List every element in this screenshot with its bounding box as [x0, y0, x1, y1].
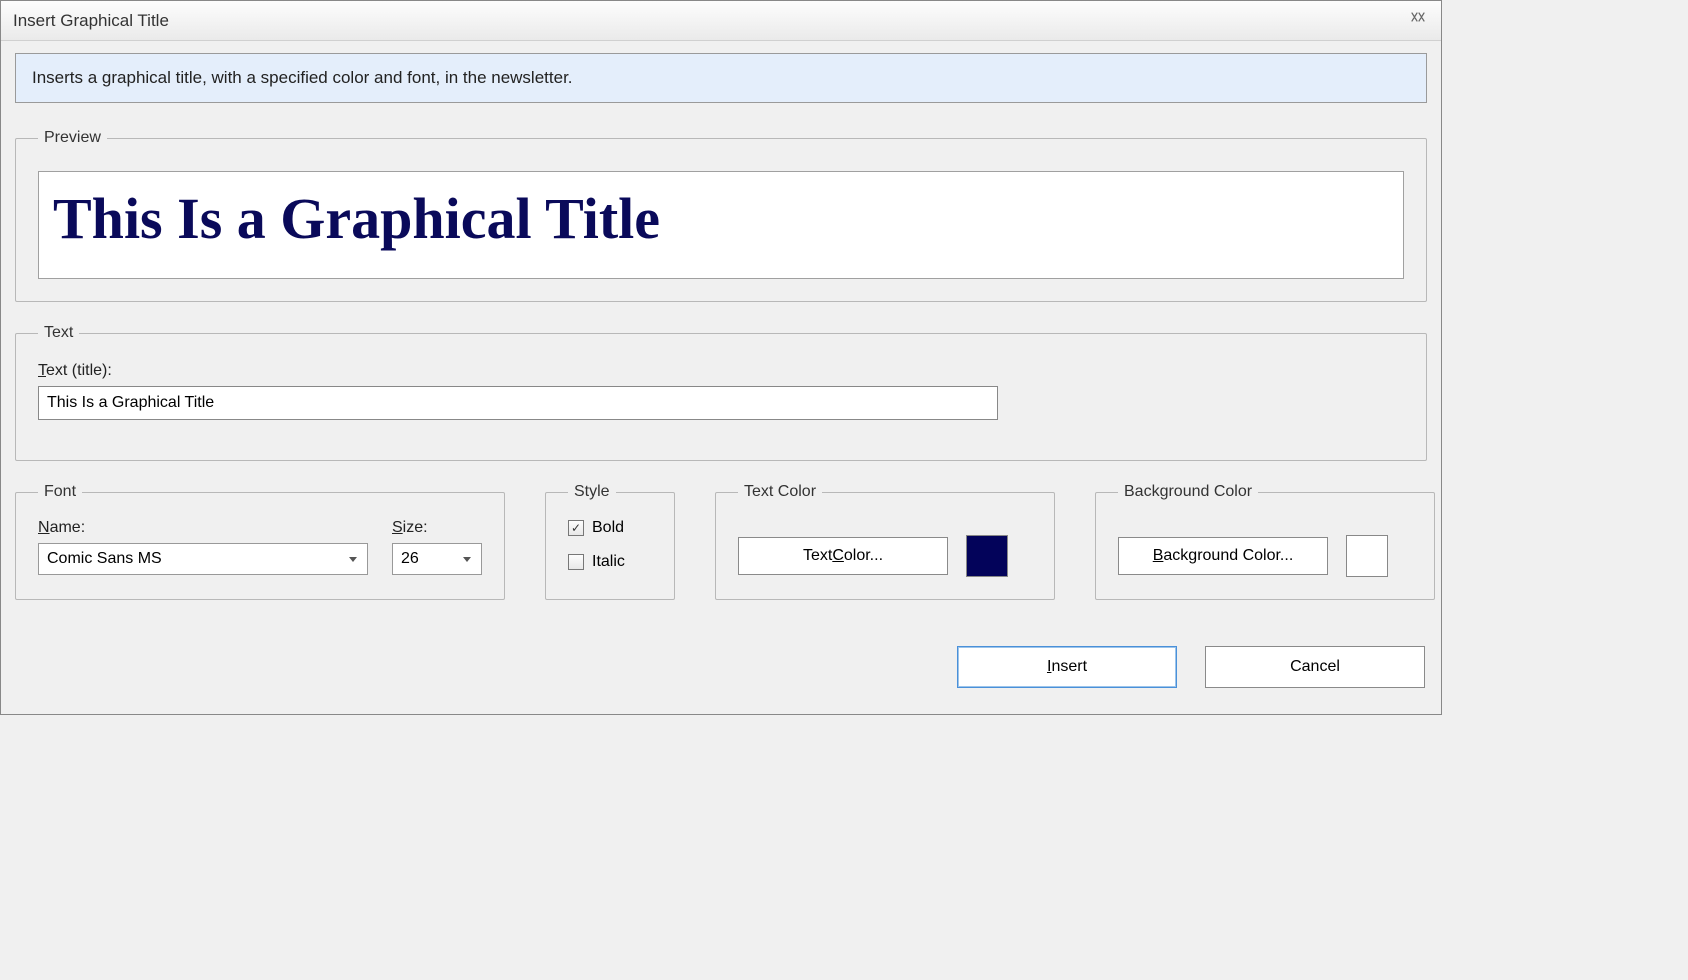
preview-group: Preview This Is a Graphical Title: [15, 129, 1427, 302]
text-color-group: Text Color Text Color...: [715, 483, 1055, 600]
background-color-swatch: [1346, 535, 1388, 577]
preview-legend: Preview: [38, 129, 107, 147]
font-name-label: Name:: [38, 519, 368, 537]
info-banner: Inserts a graphical title, with a specif…: [15, 53, 1427, 103]
style-legend: Style: [568, 483, 616, 501]
font-group: Font Name: Comic Sans MS Size:: [15, 483, 505, 600]
text-color-swatch: [966, 535, 1008, 577]
preview-box: This Is a Graphical Title: [38, 171, 1404, 279]
bold-checkbox[interactable]: ✓: [568, 520, 584, 536]
background-color-button[interactable]: Background Color...: [1118, 537, 1328, 575]
insert-button[interactable]: Insert: [957, 646, 1177, 688]
font-size-value: 26: [401, 550, 419, 568]
text-title-label: Text (title):: [38, 362, 1404, 380]
text-title-input[interactable]: [38, 386, 998, 420]
window-title: Insert Graphical Title: [13, 11, 169, 31]
options-row: Font Name: Comic Sans MS Size:: [15, 483, 1427, 622]
font-name-combo[interactable]: Comic Sans MS: [38, 543, 368, 575]
preview-text: This Is a Graphical Title: [53, 190, 1389, 248]
text-color-button[interactable]: Text Color...: [738, 537, 948, 575]
close-icon: [1408, 11, 1428, 23]
font-name-value: Comic Sans MS: [47, 550, 162, 568]
italic-checkbox[interactable]: [568, 554, 584, 570]
font-legend: Font: [38, 483, 82, 501]
info-text: Inserts a graphical title, with a specif…: [32, 68, 573, 87]
dialog-content: Inserts a graphical title, with a specif…: [1, 41, 1441, 714]
background-color-group: Background Color Background Color...: [1095, 483, 1435, 600]
font-size-label: Size:: [392, 519, 482, 537]
dialog-footer: Insert Cancel: [15, 622, 1427, 700]
dialog-window: Insert Graphical Title Inserts a graphic…: [0, 0, 1442, 715]
background-color-legend: Background Color: [1118, 483, 1258, 501]
text-legend: Text: [38, 324, 79, 342]
titlebar: Insert Graphical Title: [1, 1, 1441, 41]
font-size-combo[interactable]: 26: [392, 543, 482, 575]
italic-checkbox-row[interactable]: Italic: [568, 553, 652, 571]
close-button[interactable]: [1401, 7, 1435, 27]
italic-label: Italic: [592, 553, 625, 571]
text-color-legend: Text Color: [738, 483, 822, 501]
style-group: Style ✓ Bold Italic: [545, 483, 675, 600]
text-group: Text Text (title):: [15, 324, 1427, 461]
bold-checkbox-row[interactable]: ✓ Bold: [568, 519, 652, 537]
bold-label: Bold: [592, 519, 624, 537]
cancel-button[interactable]: Cancel: [1205, 646, 1425, 688]
